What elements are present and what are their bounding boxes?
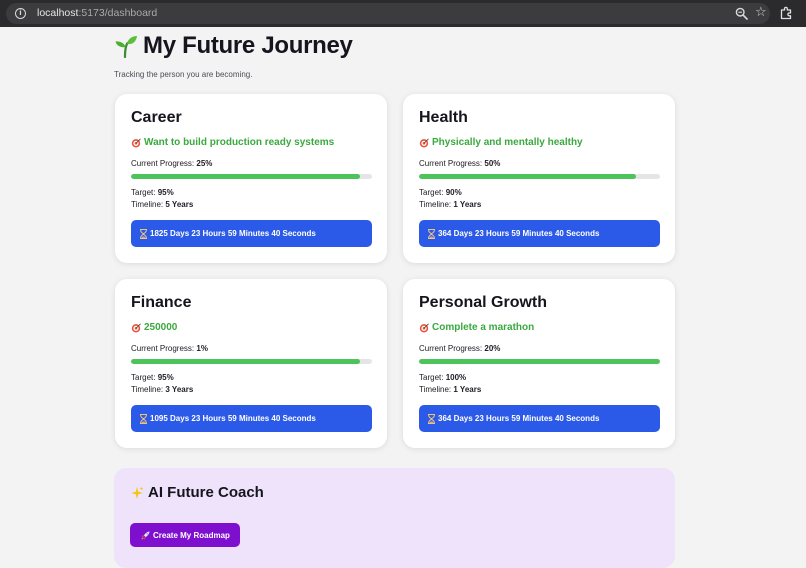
timeline-value: 1 Years [453, 385, 482, 394]
target-value: 95% [157, 188, 174, 197]
target-label: Target: [419, 373, 444, 382]
progress-label-text: Current Progress: [419, 159, 483, 168]
target-line: Target: 95% [131, 373, 174, 382]
timeline-line: Timeline: 1 Years [419, 200, 481, 209]
timeline-value: 5 Years [165, 200, 194, 209]
countdown-text: 364 Days 23 Hours 59 Minutes 40 Seconds [438, 229, 600, 238]
target-line: Target: 95% [131, 188, 174, 197]
target-label: Target: [131, 188, 156, 197]
target-label: Target: [419, 188, 444, 197]
url-text[interactable]: localhost:5173/dashboard [37, 7, 157, 19]
target-value: 95% [157, 373, 174, 382]
countdown-text: 1095 Days 23 Hours 59 Minutes 40 Seconds [150, 414, 316, 423]
progress-label-text: Current Progress: [419, 344, 483, 353]
countdown-banner: 1095 Days 23 Hours 59 Minutes 40 Seconds [131, 405, 372, 432]
countdown-text: 1825 Days 23 Hours 59 Minutes 40 Seconds [150, 229, 316, 238]
progress-bar-fill [419, 359, 660, 364]
timeline-line: Timeline: 3 Years [131, 385, 193, 394]
target-value: 100% [445, 373, 467, 382]
progress-label: Current Progress: 25% [131, 159, 212, 168]
target-label: Target: [131, 373, 156, 382]
ai-coach-panel: AI Future Coach Create My Roadmap [114, 468, 675, 568]
timeline-label: Timeline: [419, 200, 452, 209]
dashboard-page: My Future Journey Tracking the person yo… [0, 27, 806, 568]
progress-label: Current Progress: 50% [419, 159, 500, 168]
extensions-puzzle-icon[interactable] [780, 6, 793, 20]
page-subtitle: Tracking the person you are becoming. [114, 70, 253, 79]
card-title: Health [419, 109, 468, 126]
timeline-label: Timeline: [131, 385, 164, 394]
goal-row: Physically and mentally healthy [419, 137, 583, 148]
page-header: My Future Journey Tracking the person yo… [114, 32, 694, 79]
create-roadmap-button[interactable]: Create My Roadmap [130, 523, 240, 547]
countdown-banner: 364 Days 23 Hours 59 Minutes 40 Seconds [419, 405, 660, 432]
hourglass-icon [140, 413, 147, 424]
goal-text: 250000 [144, 322, 178, 333]
countdown-banner: 1825 Days 23 Hours 59 Minutes 40 Seconds [131, 220, 372, 247]
url-path: :5173/dashboard [78, 7, 158, 19]
create-roadmap-button-label: Create My Roadmap [153, 530, 230, 540]
goal-card-career: Career Want to build production ready sy… [115, 94, 387, 263]
timeline-label: Timeline: [419, 385, 452, 394]
progress-label-text: Current Progress: [131, 159, 195, 168]
goal-card-personal-growth: Personal Growth Complete a marathon Curr… [403, 279, 675, 448]
card-title: Career [131, 109, 182, 126]
progress-label: Current Progress: 20% [419, 344, 500, 353]
browser-toolbar: i localhost:5173/dashboard ☆ [0, 0, 806, 27]
progress-bar [419, 174, 660, 179]
page-title: My Future Journey [143, 32, 353, 59]
url-host: localhost [37, 7, 79, 19]
goal-row: 250000 [131, 322, 177, 333]
card-title: Personal Growth [419, 294, 548, 311]
target-line: Target: 90% [419, 188, 462, 197]
title-row: My Future Journey [114, 32, 694, 59]
target-icon [131, 137, 141, 147]
goal-card-finance: Finance 250000 Current Progress: 1% Targ… [115, 279, 387, 448]
timeline-label: Timeline: [131, 200, 164, 209]
timeline-line: Timeline: 5 Years [131, 200, 193, 209]
countdown-text: 364 Days 23 Hours 59 Minutes 40 Seconds [438, 414, 600, 423]
rocket-icon [141, 531, 150, 540]
target-icon [419, 137, 429, 147]
countdown-banner: 364 Days 23 Hours 59 Minutes 40 Seconds [419, 220, 660, 247]
card-title: Finance [131, 294, 192, 311]
hourglass-icon [428, 413, 435, 424]
bookmark-star-icon[interactable]: ☆ [755, 5, 769, 21]
goal-row: Want to build production ready systems [131, 137, 334, 148]
goal-card-health: Health Physically and mentally healthy C… [403, 94, 675, 263]
progress-label-text: Current Progress: [131, 344, 195, 353]
progress-bar-fill [419, 174, 636, 179]
timeline-value: 3 Years [165, 385, 194, 394]
goal-text: Physically and mentally healthy [432, 137, 583, 148]
target-line: Target: 100% [419, 373, 466, 382]
hourglass-icon [428, 228, 435, 239]
progress-label: Current Progress: 1% [131, 344, 208, 353]
sparkle-icon [131, 486, 144, 499]
address-bar[interactable]: i localhost:5173/dashboard ☆ [6, 3, 770, 24]
progress-value: 25% [196, 159, 213, 168]
timeline-line: Timeline: 1 Years [419, 385, 481, 394]
progress-bar [131, 174, 372, 179]
progress-value: 20% [484, 344, 501, 353]
target-value: 90% [445, 188, 462, 197]
progress-bar-fill [131, 174, 360, 179]
hourglass-icon [140, 228, 147, 239]
zoom-icon[interactable] [735, 7, 748, 20]
target-icon [419, 322, 429, 332]
goal-row: Complete a marathon [419, 322, 534, 333]
progress-bar-fill [131, 359, 360, 364]
coach-title-row: AI Future Coach [130, 484, 264, 501]
progress-value: 1% [196, 344, 208, 353]
sprout-icon [115, 36, 137, 58]
target-icon [131, 322, 141, 332]
goal-text: Want to build production ready systems [144, 137, 335, 148]
coach-title: AI Future Coach [148, 484, 264, 501]
site-info-icon[interactable]: i [15, 8, 26, 19]
progress-bar [131, 359, 372, 364]
timeline-value: 1 Years [453, 200, 482, 209]
progress-bar [419, 359, 660, 364]
goal-text: Complete a marathon [432, 322, 535, 333]
progress-value: 50% [484, 159, 501, 168]
